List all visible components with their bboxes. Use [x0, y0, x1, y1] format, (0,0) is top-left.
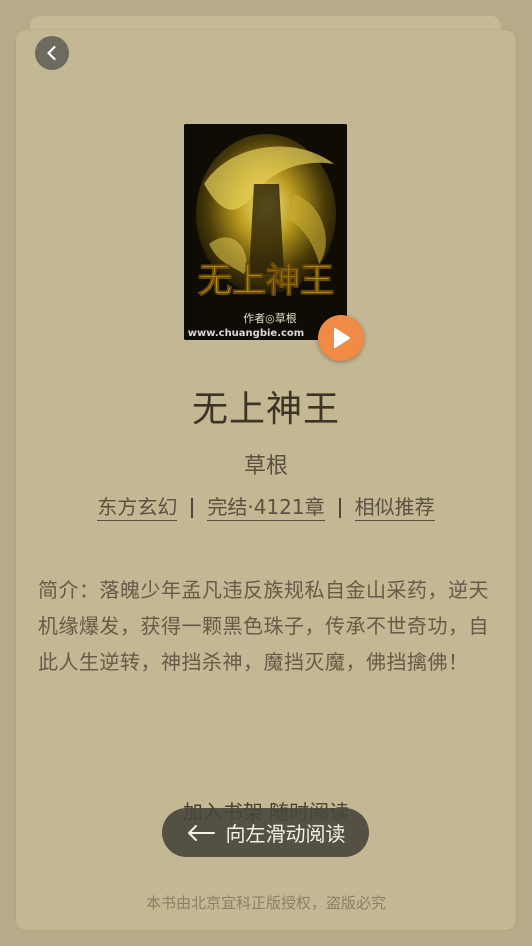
tag-status-chapters[interactable]: 完结·4121章: [207, 494, 325, 521]
cover-watermark: www.chuangbie.com: [188, 328, 304, 339]
back-button[interactable]: [35, 36, 69, 70]
play-icon: [334, 328, 350, 348]
tag-genre[interactable]: 东方玄幻: [97, 494, 178, 521]
book-tags: 东方玄幻 完结·4121章 相似推荐: [0, 494, 532, 521]
chevron-left-icon: [47, 45, 56, 61]
listen-play-button[interactable]: [318, 315, 364, 361]
swipe-to-read-button[interactable]: 向左滑动阅读: [162, 808, 369, 857]
cover-art: 无上神王 作者◎草根 www.chuangbie.com: [184, 124, 347, 340]
cover-author-line: 作者◎草根: [243, 311, 297, 325]
tag-similar-recommend[interactable]: 相似推荐: [354, 494, 435, 521]
book-cover[interactable]: 无上神王 作者◎草根 www.chuangbie.com: [184, 124, 347, 340]
swipe-to-read-label: 向左滑动阅读: [225, 822, 346, 846]
book-summary: 简介：落魄少年孟凡违反族规私自金山采药，逆天机缘爆发，获得一颗黑色珠子，传承不世…: [38, 578, 489, 674]
cover-title-art: 无上神王: [198, 261, 334, 301]
tag-divider: [191, 497, 194, 518]
tag-divider: [338, 497, 341, 518]
arrow-left-icon: [187, 824, 215, 841]
copyright-notice: 本书由北京宜科正版授权，盗版必究: [145, 894, 386, 912]
book-title: 无上神王: [191, 389, 340, 430]
book-author[interactable]: 草根: [0, 448, 532, 480]
